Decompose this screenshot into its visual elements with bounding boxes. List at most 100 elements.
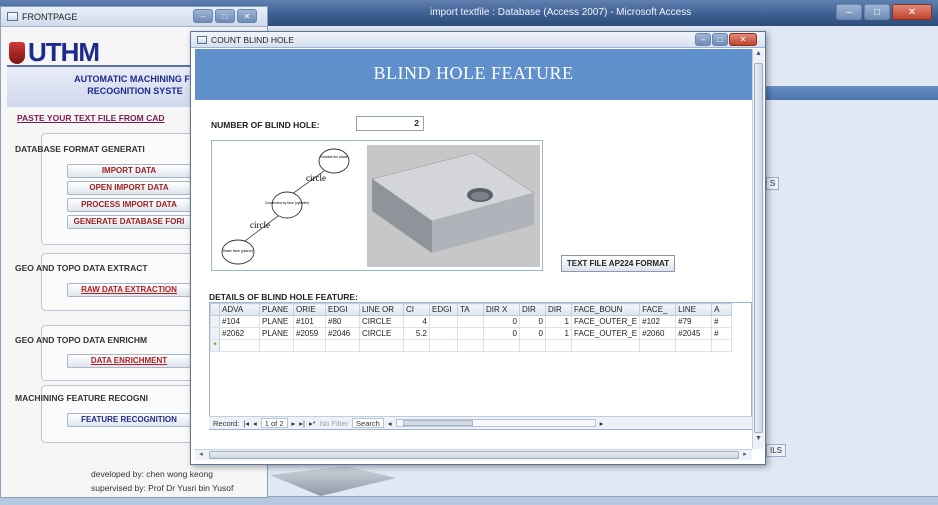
column-header[interactable]: LINE OR [359,303,404,316]
data-enrichment-button[interactable]: DATA ENRICHMENT [67,354,191,368]
close-icon[interactable]: ✕ [237,9,257,23]
table-cell[interactable]: FACE_OUTER_E [570,315,641,328]
scroll-left-icon[interactable]: ◂ [388,419,392,428]
column-header[interactable]: CI [403,303,430,316]
maximize-icon[interactable]: □ [712,33,728,46]
table-cell[interactable]: 4 [403,315,430,328]
table-cell[interactable]: PLANE [259,327,294,340]
prev-record-icon[interactable]: ◂ [253,419,257,428]
table-cell[interactable] [639,339,677,352]
dialog-horizontal-scrollbar[interactable]: ◂ ▸ [195,449,752,460]
column-header[interactable]: DIR [519,303,546,316]
dialog-vertical-scrollbar[interactable]: ▲ ▼ [752,49,764,449]
maximize-icon[interactable]: □ [864,4,890,20]
open-import-data-button[interactable]: OPEN IMPORT DATA [67,181,191,195]
table-cell[interactable]: #102 [639,315,677,328]
table-cell[interactable] [219,339,260,352]
minimize-icon[interactable]: – [193,9,213,23]
last-record-icon[interactable]: ▸| [299,419,305,428]
table-cell[interactable]: #80 [325,315,360,328]
column-header[interactable]: DIR [545,303,572,316]
table-cell[interactable]: 1 [545,327,572,340]
table-cell[interactable]: CIRCLE [359,315,404,328]
row-selector[interactable] [210,315,220,328]
table-cell[interactable]: # [711,315,733,328]
table-cell[interactable] [545,339,572,352]
scroll-up-icon[interactable]: ▲ [754,50,763,60]
table-cell[interactable] [457,315,484,328]
table-cell[interactable]: 0 [519,315,546,328]
background-button-fragment[interactable]: S [766,177,780,190]
column-header[interactable]: TA [457,303,484,316]
minimize-icon[interactable]: – [695,33,711,46]
column-header[interactable]: PLANE [259,303,294,316]
table-cell[interactable]: #2046 [325,327,360,340]
column-header[interactable]: EDGI [429,303,458,316]
scroll-right-icon[interactable]: ▸ [600,419,604,428]
blind-hole-count-field[interactable]: 2 [356,116,424,131]
first-record-icon[interactable]: |◂ [243,419,249,428]
table-cell[interactable]: #2045 [675,327,713,340]
ap224-format-button[interactable]: TEXT FILE AP224 FORMAT [561,255,675,272]
background-button-fragment-details[interactable]: ILS [766,444,787,457]
column-header[interactable]: LINE [675,303,713,316]
scroll-thumb[interactable] [209,451,739,459]
table-cell[interactable] [429,327,458,340]
table-cell[interactable]: CIRCLE [359,327,404,340]
table-cell[interactable] [483,339,520,352]
table-cell[interactable]: 5.2 [403,327,430,340]
raw-data-extraction-button[interactable]: RAW DATA EXTRACTION [67,283,191,297]
table-cell[interactable]: #2059 [293,327,326,340]
new-record-row[interactable]: * [210,339,733,352]
maximize-icon[interactable]: □ [215,9,235,23]
table-cell[interactable]: PLANE [259,315,294,328]
search-input[interactable]: Search [352,418,384,428]
table-cell[interactable] [457,327,484,340]
table-cell[interactable]: # [711,327,733,340]
table-cell[interactable] [519,339,546,352]
table-cell[interactable]: #104 [219,315,260,328]
table-cell[interactable]: 0 [519,327,546,340]
table-cell[interactable] [259,339,294,352]
column-header[interactable]: A [711,303,733,316]
table-cell[interactable] [570,339,641,352]
scroll-right-icon[interactable]: ▸ [740,450,750,460]
table-cell[interactable]: #79 [675,315,713,328]
table-cell[interactable] [359,339,404,352]
generate-database-format-button[interactable]: GENERATE DATABASE FORI [67,215,191,229]
column-header[interactable]: DIR X [483,303,520,316]
column-header[interactable]: ORIE [293,303,326,316]
row-selector[interactable] [210,327,220,340]
column-header[interactable]: EDGI [325,303,360,316]
datasheet-hscrollbar[interactable] [395,419,596,427]
table-cell[interactable] [429,315,458,328]
import-data-button[interactable]: IMPORT DATA [67,164,191,178]
record-position-field[interactable]: 1 of 2 [260,418,288,428]
column-header[interactable]: FACE_BOUN [570,303,641,316]
table-cell[interactable]: 0 [483,327,520,340]
close-icon[interactable]: ✕ [729,33,757,46]
table-cell[interactable] [675,339,713,352]
table-row[interactable]: #2062 PLANE #2059 #2046 CIRCLE 5.2 0 0 1 FACE_OUT… [210,327,733,340]
table-cell[interactable] [429,339,458,352]
select-all-cell[interactable] [210,303,220,316]
next-record-icon[interactable]: ▸ [292,419,296,428]
table-cell[interactable] [325,339,360,352]
table-cell[interactable]: #2062 [219,327,260,340]
scroll-thumb[interactable] [754,63,763,433]
process-import-data-button[interactable]: PROCESS IMPORT DATA [67,198,191,212]
table-cell[interactable] [457,339,484,352]
table-cell[interactable]: 1 [545,315,572,328]
table-cell[interactable]: FACE_OUTER_E [570,327,641,340]
close-icon[interactable]: ✕ [892,4,932,20]
column-header[interactable]: ADVA [219,303,260,316]
feature-recognition-button[interactable]: FEATURE RECOGNITION [67,413,191,427]
scroll-down-icon[interactable]: ▼ [754,435,763,445]
table-row[interactable]: #104 PLANE #101 #80 CIRCLE 4 0 0 1 FACE_OUTER_E #1… [210,315,733,328]
minimize-icon[interactable]: – [836,4,862,20]
new-record-icon[interactable]: ▸* [309,419,316,428]
table-cell[interactable]: #2060 [639,327,677,340]
no-filter-indicator[interactable]: No Filter [320,419,348,428]
table-cell[interactable] [403,339,430,352]
column-header[interactable]: FACE_ [639,303,677,316]
